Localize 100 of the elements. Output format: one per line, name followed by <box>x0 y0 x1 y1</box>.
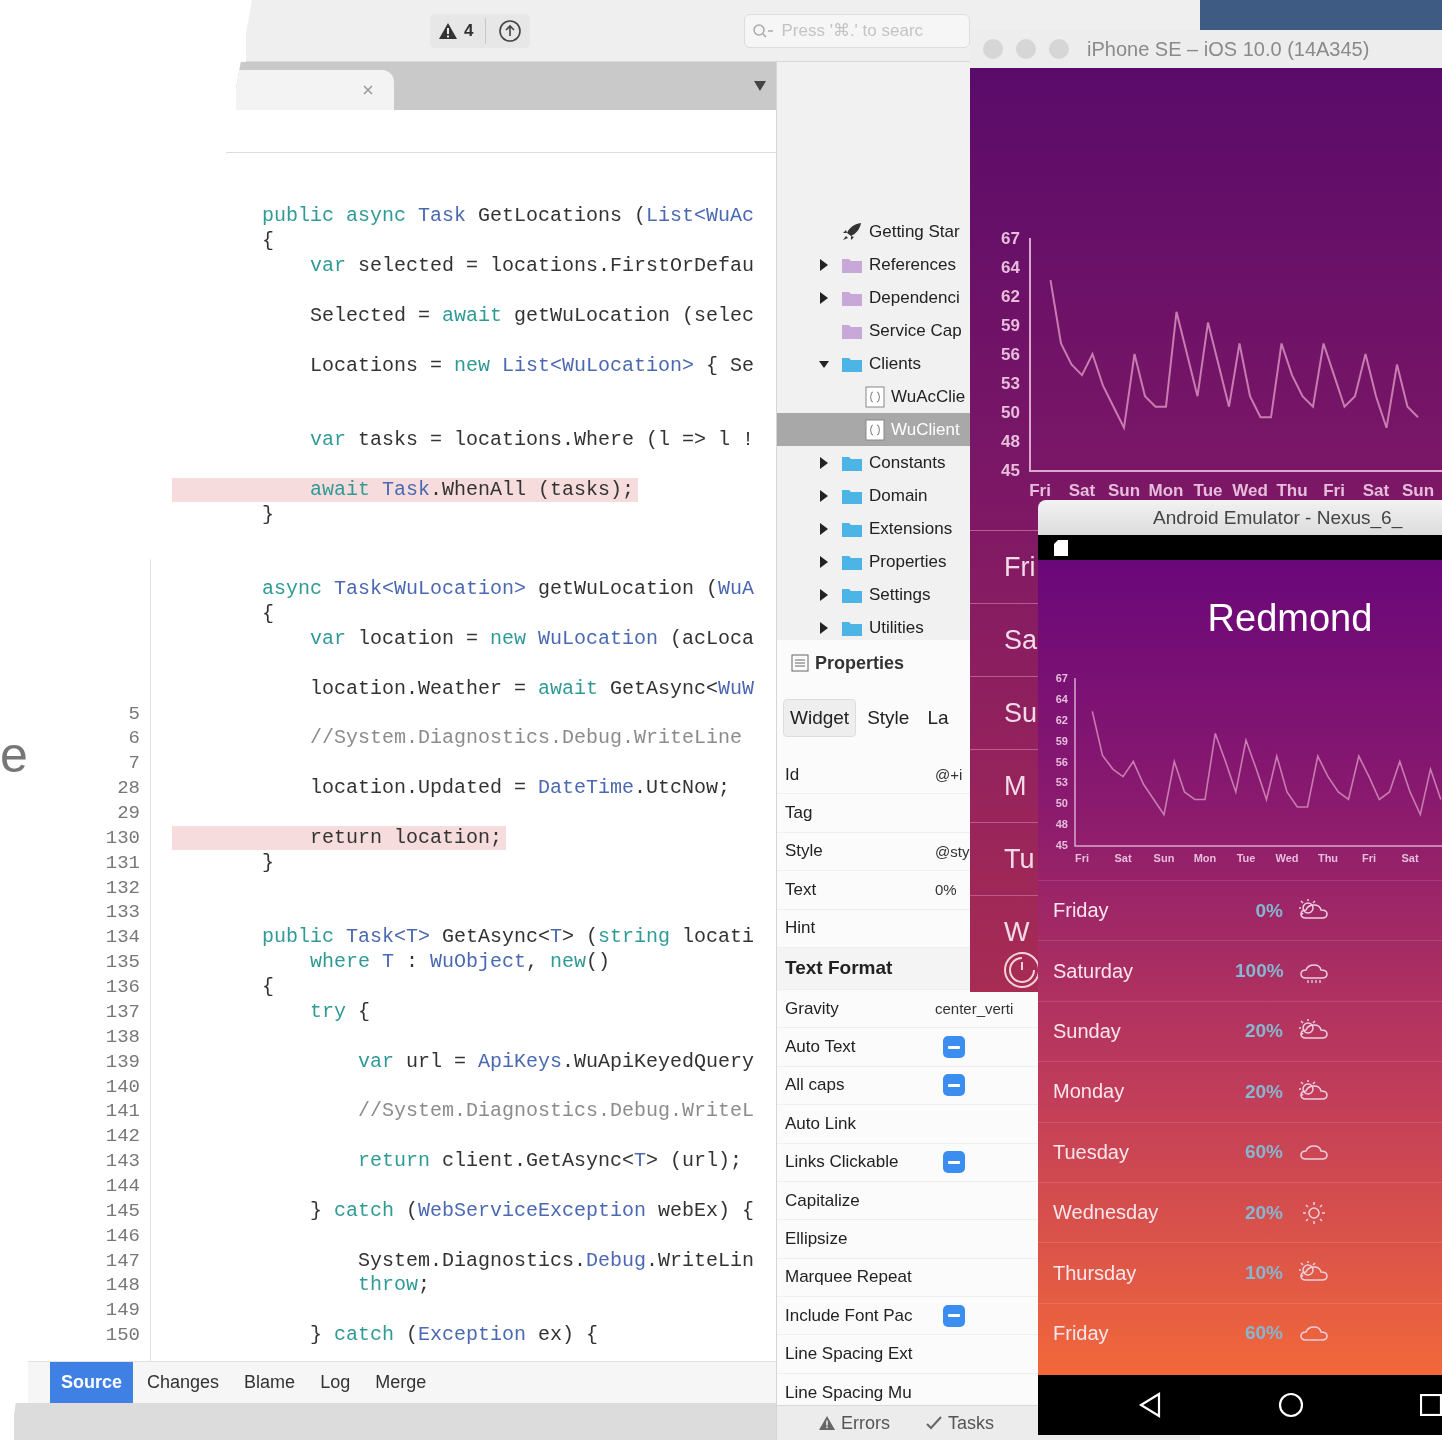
home-icon[interactable] <box>1278 1392 1304 1418</box>
axis-label: 45 <box>1001 461 1020 480</box>
axis-label: 67 <box>1001 229 1020 248</box>
axis-label: 59 <box>1001 316 1020 335</box>
axis-label: Tue <box>1236 852 1256 864</box>
axis-label: 53 <box>1055 776 1068 789</box>
window-title: Android Emulator - Nexus_6_ <box>1153 506 1403 529</box>
day-label: Tu <box>1004 843 1035 875</box>
view-tab[interactable]: Source <box>50 1362 134 1403</box>
tree-item[interactable]: Constants <box>777 446 970 479</box>
expander-icon[interactable] <box>819 456 829 469</box>
city-name: Redmond <box>1206 596 1374 641</box>
property-value: @sty <box>935 842 970 860</box>
checkbox[interactable] <box>943 1036 965 1059</box>
status-button[interactable]: Errors <box>819 1412 890 1434</box>
axis-label: Fri <box>1361 852 1377 864</box>
tree-item[interactable]: Properties <box>777 545 970 578</box>
check-icon <box>926 1416 942 1430</box>
list-icon <box>791 654 809 672</box>
axis-label: Wed <box>1275 852 1299 864</box>
property-value: @+i <box>935 766 963 784</box>
properties-tab[interactable]: La <box>920 699 956 737</box>
day-label: Thursday <box>1053 1261 1138 1285</box>
checkbox[interactable] <box>943 1151 965 1174</box>
line-number: 137 <box>105 1000 140 1023</box>
tree-item[interactable]: Utilities <box>777 611 970 640</box>
code-line: return client.GetAsync<T> (url); <box>357 1149 743 1174</box>
view-tab[interactable]: Changes <box>136 1362 231 1403</box>
code-line: where T : WuObject, new() <box>309 950 611 975</box>
rain-chance: 60% <box>1243 1322 1283 1345</box>
recents-icon[interactable] <box>1420 1394 1442 1416</box>
rain-chance: 10% <box>1243 1262 1283 1285</box>
tree-item[interactable]: WuAcClie <box>777 380 970 413</box>
caret-icon[interactable] <box>754 81 766 91</box>
axis-label: Sat <box>1068 481 1096 500</box>
line-number: 130 <box>105 826 140 849</box>
expander-icon[interactable] <box>819 258 829 271</box>
tree-item[interactable]: Clients <box>777 347 970 380</box>
property-label: Auto Link <box>785 1113 857 1134</box>
line-number: 149 <box>105 1299 140 1322</box>
line-number: 143 <box>105 1150 140 1173</box>
property-label: Ellipsize <box>785 1229 849 1249</box>
tree-item[interactable]: Settings <box>777 578 970 611</box>
axis-label: Mon <box>1193 852 1217 864</box>
axis-label: Sun <box>1107 481 1141 500</box>
code-file-icon <box>865 418 885 441</box>
checkbox[interactable] <box>943 1304 965 1327</box>
day-label: Friday <box>1053 1321 1110 1345</box>
property-value: 0% <box>935 881 957 899</box>
expander-icon[interactable] <box>819 522 829 535</box>
view-tab[interactable]: Log <box>309 1362 362 1403</box>
expander-icon[interactable] <box>819 555 829 568</box>
property-label: Line Spacing Ext <box>785 1344 914 1365</box>
tree-item[interactable]: Getting Star <box>777 215 970 248</box>
property-label: Text <box>785 879 818 900</box>
tree-item[interactable]: Domain <box>777 479 970 512</box>
window-title: iPhone SE – iOS 10.0 (14A345) <box>1087 37 1370 61</box>
axis-label: 48 <box>1001 432 1020 451</box>
line-number: 133 <box>105 901 140 924</box>
expander-icon[interactable] <box>819 621 829 634</box>
tree-item[interactable]: Dependenci <box>777 281 970 314</box>
code-line: try { <box>309 999 371 1024</box>
properties-tab[interactable]: Widget <box>783 699 857 737</box>
axis-label: Sat <box>1114 852 1132 864</box>
line-number: 132 <box>105 876 140 899</box>
back-icon[interactable] <box>1138 1392 1162 1418</box>
axis-label: Fri <box>1074 852 1090 864</box>
axis-label: 62 <box>1001 287 1020 306</box>
axis-label: 64 <box>1055 692 1068 705</box>
upload-icon[interactable] <box>498 18 523 43</box>
line-number: 144 <box>105 1174 140 1197</box>
day-label: Sa <box>1004 624 1038 656</box>
code-line: var location = new WuLocation (acLoca <box>309 627 755 652</box>
code-line: public Task<T> GetAsync<T> (string locati <box>262 925 755 950</box>
code-line: throw; <box>357 1273 431 1298</box>
expander-icon[interactable] <box>819 291 829 304</box>
rain-chance: 100% <box>1235 960 1283 983</box>
section-heading: Text Format <box>785 957 893 980</box>
day-label: Saturday <box>1053 959 1135 983</box>
tree-item[interactable]: Extensions <box>777 512 970 545</box>
property-label: Auto Text <box>785 1037 857 1058</box>
day-label: Wednesday <box>1053 1201 1160 1225</box>
axis-label: 48 <box>1055 818 1068 831</box>
view-tab[interactable]: Merge <box>364 1362 438 1403</box>
expander-icon[interactable] <box>819 588 829 601</box>
expander-icon[interactable] <box>819 489 829 502</box>
rain-chance: 60% <box>1243 1141 1283 1164</box>
axis-label: Fri <box>1029 481 1051 500</box>
axis-label: 45 <box>1055 839 1068 851</box>
status-button[interactable]: Tasks <box>926 1412 994 1434</box>
tree-item[interactable]: References <box>777 248 970 281</box>
issue-count[interactable]: 4 <box>464 20 474 41</box>
line-number: 5 <box>128 702 140 725</box>
properties-tab[interactable]: Style <box>860 699 917 737</box>
close-icon[interactable] <box>362 84 374 96</box>
code-line: async Task<WuLocation> getWuLocation (WuA <box>262 577 755 602</box>
tree-item[interactable]: Service Cap <box>777 314 970 347</box>
checkbox[interactable] <box>943 1074 965 1097</box>
day-label: Su <box>1004 697 1038 729</box>
view-tab[interactable]: Blame <box>233 1362 307 1403</box>
